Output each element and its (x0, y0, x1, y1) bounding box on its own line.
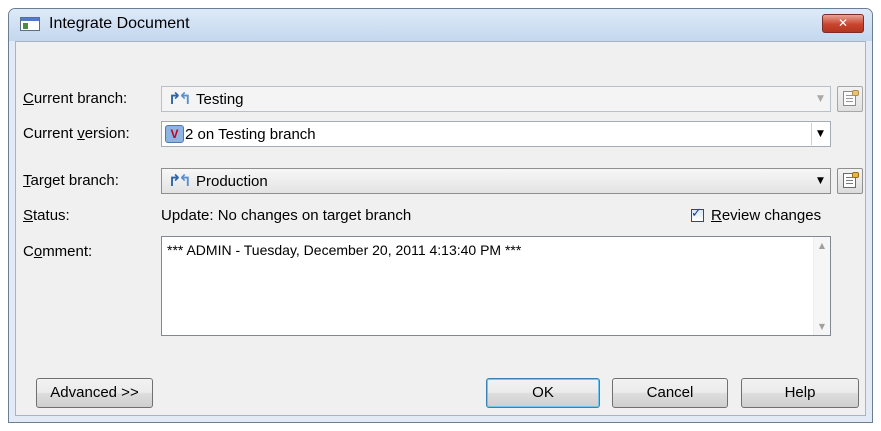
comment-scrollbar[interactable]: ▲ ▼ (813, 237, 830, 335)
dialog-title: Integrate Document (49, 15, 190, 32)
help-button[interactable]: Help (741, 378, 859, 408)
current-branch-properties-button[interactable] (837, 86, 863, 112)
current-branch-label: Current branch: (23, 90, 128, 107)
current-version-combo[interactable]: V 2 on Testing branch ▼ (161, 121, 831, 147)
target-branch-combo[interactable]: ↱↰ Production ▼ (161, 168, 831, 194)
review-changes-label: Review changes (711, 207, 822, 224)
window-icon (20, 17, 40, 31)
title-bar: Integrate Document ✕ (9, 9, 872, 41)
close-button[interactable]: ✕ (822, 14, 864, 33)
dialog-body: Current branch: ↱↰ Testing ▼ Current ver… (15, 41, 866, 416)
scroll-down-icon[interactable]: ▼ (814, 318, 830, 335)
current-branch-value: Testing (196, 91, 244, 108)
status-label: Status: (23, 207, 70, 224)
ok-button[interactable]: OK (486, 378, 600, 408)
branch-icon: ↱↰ (168, 171, 192, 190)
comment-textarea[interactable]: *** ADMIN - Tuesday, December 20, 2011 4… (161, 236, 831, 336)
target-branch-label: Target branch: (23, 172, 119, 189)
status-value: Update: No changes on target branch (161, 207, 412, 224)
hand-icon (852, 172, 859, 178)
advanced-button[interactable]: Advanced >> (36, 378, 153, 408)
target-branch-properties-button[interactable] (837, 168, 863, 194)
chevron-down-icon: ▼ (817, 94, 824, 104)
checkbox-box: ✓ (691, 206, 704, 222)
version-icon: V (165, 125, 184, 143)
checkmark-icon: ✓ (691, 206, 702, 221)
close-icon: ✕ (837, 16, 849, 30)
current-version-label: Current version: (23, 125, 130, 142)
chevron-down-icon: ▼ (811, 123, 829, 145)
cancel-button[interactable]: Cancel (612, 378, 728, 408)
integrate-document-dialog: Integrate Document ✕ Current branch: ↱↰ … (8, 8, 873, 423)
chevron-down-icon: ▼ (817, 176, 824, 186)
target-branch-value: Production (196, 173, 268, 190)
comment-text: *** ADMIN - Tuesday, December 20, 2011 4… (167, 242, 522, 258)
scroll-up-icon[interactable]: ▲ (814, 237, 830, 254)
hand-icon (852, 90, 859, 96)
current-version-value: 2 on Testing branch (185, 126, 316, 143)
comment-label: Comment: (23, 243, 93, 260)
current-branch-combo[interactable]: ↱↰ Testing ▼ (161, 86, 831, 112)
branch-icon: ↱↰ (168, 89, 192, 108)
